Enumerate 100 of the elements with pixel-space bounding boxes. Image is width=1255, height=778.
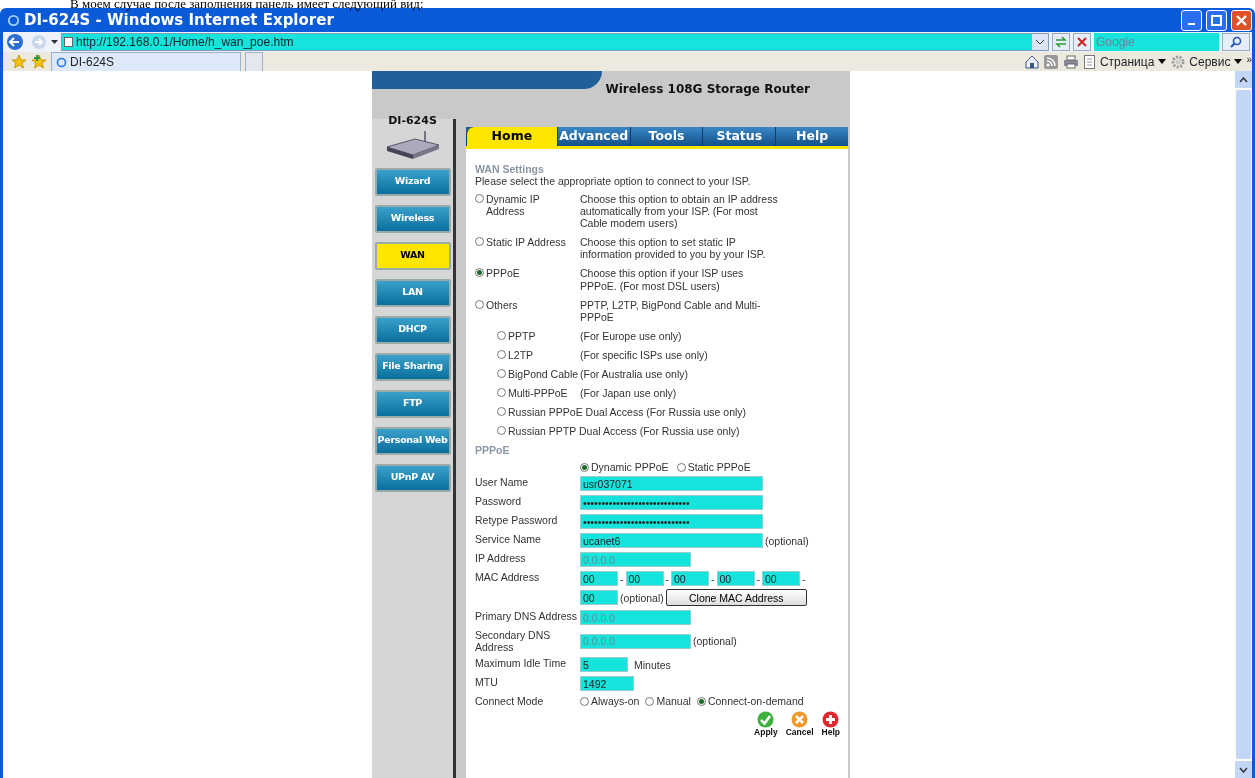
input-field[interactable]: usr037071 <box>580 476 763 492</box>
nav-tab[interactable]: Home <box>466 127 557 146</box>
input-field[interactable]: ••••••••••••••••••••••••••••• <box>580 495 763 511</box>
refresh-button[interactable] <box>1052 33 1070 51</box>
scrollbar[interactable] <box>1235 71 1252 778</box>
sidebar-button[interactable]: Personal Web <box>374 426 451 455</box>
scroll-thumb[interactable] <box>1236 90 1251 759</box>
option-description: (For specific ISPs use only) <box>580 348 709 361</box>
minimize-icon <box>1188 23 1195 25</box>
radio-button[interactable] <box>497 387 506 397</box>
stop-button[interactable] <box>1073 33 1091 51</box>
favorites-star-icon[interactable] <box>11 53 27 70</box>
caret-icon <box>1234 59 1243 64</box>
sidebar-button[interactable]: Wireless <box>374 204 451 233</box>
radio-button[interactable] <box>580 697 589 707</box>
input-field[interactable]: 1492 <box>580 676 634 692</box>
help-button[interactable]: Help <box>821 711 840 739</box>
option-description: (For Japan use only) <box>580 386 678 399</box>
rss-feed-icon[interactable] <box>1043 54 1058 69</box>
sidebar-button[interactable]: LAN <box>374 278 451 307</box>
field-label: Service Name <box>475 533 542 548</box>
separator-text: - <box>802 572 806 585</box>
input-field[interactable]: 00 <box>580 590 618 606</box>
checkmark-icon <box>757 711 775 729</box>
input-field[interactable]: 00 <box>625 571 664 587</box>
add-favorite-icon[interactable] <box>31 53 47 70</box>
close-button[interactable] <box>1231 9 1252 31</box>
tools-menu[interactable]: Сервис <box>1171 52 1243 71</box>
radio-label: Always-on <box>591 695 640 708</box>
radio-button[interactable] <box>475 268 484 278</box>
field-label: IP Address <box>475 552 527 567</box>
cancel-button[interactable]: Cancel <box>785 711 814 739</box>
field-label: Retype Password <box>475 514 559 529</box>
radio-button[interactable] <box>497 426 506 435</box>
nav-tab[interactable]: Tools <box>629 127 703 146</box>
radio-button[interactable] <box>497 406 506 416</box>
model-name: DI-624S <box>388 115 437 128</box>
section-heading: WAN Settings <box>475 163 545 176</box>
search-button[interactable] <box>1222 33 1250 51</box>
scroll-down-icon[interactable] <box>1239 766 1248 773</box>
sidebar-button[interactable]: UPnP AV <box>374 463 451 492</box>
radio-button[interactable] <box>580 463 589 473</box>
option-description: Choose this option to obtain an IP address automatically from your ISP. (For most Cable modem users) <box>580 193 779 230</box>
caret-icon <box>1158 59 1167 64</box>
page-menu[interactable]: Страница <box>1083 52 1167 71</box>
cancel-icon <box>791 711 809 729</box>
printer-icon[interactable] <box>1062 54 1079 69</box>
radio-button[interactable] <box>497 349 506 359</box>
new-tab-button[interactable] <box>245 52 263 71</box>
radio-button[interactable] <box>475 237 484 247</box>
input-field[interactable]: ucanet6 <box>580 533 763 549</box>
apply-button[interactable]: Apply <box>754 711 778 739</box>
browser-tab[interactable]: DI-624S <box>51 52 241 71</box>
search-field[interactable]: Google <box>1094 33 1219 51</box>
address-field[interactable]: http://192.168.0.1/Home/h_wan_poe.htm <box>61 33 1049 51</box>
optional-note: (optional) <box>765 534 809 547</box>
field-label: Password <box>475 495 523 510</box>
sidebar-button[interactable]: FTP <box>374 389 451 418</box>
page-icon <box>1083 54 1096 69</box>
radio-button[interactable] <box>475 194 484 204</box>
radio-button[interactable] <box>645 697 655 707</box>
page-icon <box>64 37 73 47</box>
input-field[interactable]: 00 <box>762 571 800 587</box>
radio-button[interactable] <box>497 368 506 378</box>
home-icon[interactable] <box>1024 54 1039 69</box>
dropdown-arrow-icon[interactable] <box>51 39 58 45</box>
radio-label: Others <box>486 298 518 311</box>
input-field[interactable]: 5 <box>580 657 628 673</box>
maximize-icon <box>1211 14 1222 26</box>
sidebar-button[interactable]: WAN <box>374 241 451 270</box>
input-field[interactable]: 00 <box>580 571 618 587</box>
sidebar-button[interactable]: File Sharing <box>374 352 451 381</box>
radio-button[interactable] <box>676 463 686 473</box>
window-title: DI-624S - Windows Internet Explorer <box>24 10 334 31</box>
scroll-up-icon[interactable] <box>1239 76 1248 83</box>
separator-text: - <box>756 572 760 585</box>
nav-tab[interactable]: Advanced <box>556 127 630 146</box>
radio-label: Manual <box>656 695 691 708</box>
radio-button[interactable] <box>497 330 506 340</box>
input-field[interactable]: 00 <box>671 571 709 587</box>
nav-tab[interactable]: Status <box>702 127 776 146</box>
unit-label: Minutes <box>634 658 671 671</box>
overflow-chevron-icon[interactable]: » <box>1246 52 1252 67</box>
clone-mac-button[interactable]: Clone MAC Address <box>665 589 807 607</box>
input-field[interactable]: ••••••••••••••••••••••••••••• <box>580 514 763 530</box>
separator-text: - <box>620 572 624 585</box>
sidebar-button[interactable]: Wizard <box>374 167 451 196</box>
maximize-button[interactable] <box>1206 9 1227 31</box>
radio-label: Russian PPPoE Dual Access (For Russia use only) <box>508 405 747 418</box>
intro-text: Please select the appropriate option to connect to your ISP. <box>475 175 752 188</box>
minimize-button[interactable] <box>1181 9 1202 31</box>
radio-label: Russian PPTP Dual Access (For Russia use only) <box>508 425 740 438</box>
sidebar-button[interactable]: DHCP <box>374 315 451 344</box>
radio-label: PPPoE <box>486 267 520 280</box>
nav-tab[interactable]: Help <box>775 127 848 146</box>
input-field[interactable]: 00 <box>716 571 755 587</box>
radio-button[interactable] <box>696 697 706 707</box>
radio-label: Multi-PPPoE <box>508 386 568 399</box>
radio-button[interactable] <box>475 299 484 309</box>
radio-label: Dynamic IP Address <box>486 193 541 218</box>
